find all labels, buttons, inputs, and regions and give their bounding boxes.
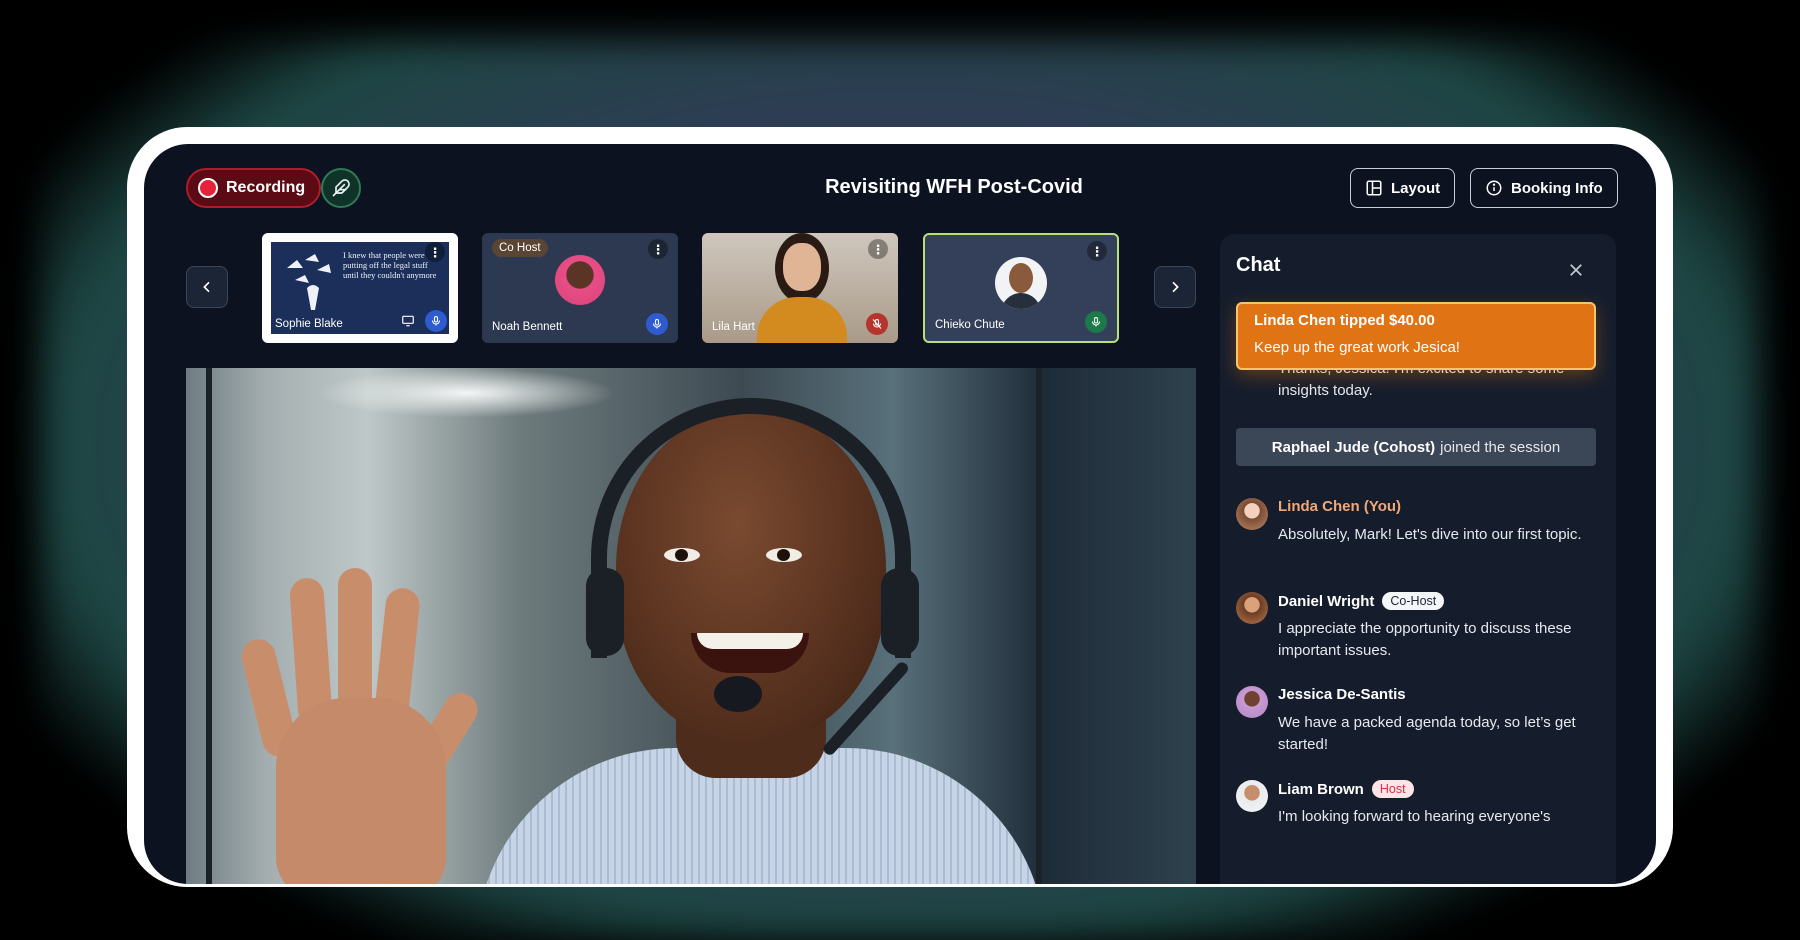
recording-label: Recording [226, 179, 306, 196]
close-chat-button[interactable] [1564, 258, 1588, 282]
whiteboard-button[interactable] [321, 168, 361, 208]
participant-name: Lila Hart [712, 321, 755, 333]
avatar [555, 255, 605, 305]
booking-info-label: Booking Info [1511, 179, 1603, 197]
chat-title: Chat [1236, 254, 1281, 276]
feather-pen-icon [332, 179, 350, 197]
close-icon [1570, 264, 1582, 276]
chat-panel: Chat Linda Chen tipped $40.00 Keep up th… [1220, 234, 1616, 884]
tip-message: Keep up the great work Jesica! [1254, 339, 1460, 356]
meeting-screen: Recording Revisiting WFH Post-Covid Layo… [144, 144, 1656, 884]
layout-icon [1366, 180, 1382, 196]
system-notice-text: joined the session [1440, 438, 1561, 456]
message-text: I'm looking forward to hearing everyone'… [1278, 808, 1551, 825]
session-title: Revisiting WFH Post-Covid [825, 176, 1083, 198]
more-options-icon[interactable]: ⋮ [648, 239, 668, 259]
avatar [1236, 592, 1268, 624]
more-options-icon[interactable]: ⋮ [868, 239, 888, 259]
message-author: Liam Brown [1278, 780, 1364, 798]
participant-name: Sophie Blake [275, 318, 343, 330]
layout-label: Layout [1391, 179, 1441, 197]
chevron-right-icon [1172, 281, 1179, 293]
avatar [995, 257, 1047, 309]
host-badge: Host [1371, 780, 1414, 798]
record-icon [198, 178, 218, 198]
message-author: Jessica De-Santis [1278, 686, 1406, 703]
message-author: Daniel Wright [1278, 592, 1375, 610]
participant-name: Noah Bennett [492, 321, 563, 333]
avatar [1236, 780, 1268, 812]
next-participants-button[interactable] [1154, 266, 1196, 308]
co-host-tag: Co Host [492, 239, 548, 257]
main-video-feed [186, 368, 1196, 884]
screen-share-icon [399, 312, 417, 330]
window-frame [206, 368, 212, 884]
booking-info-button[interactable]: Booking Info [1470, 168, 1618, 208]
headset-earcup [586, 568, 624, 656]
participant-tile-sophie-blake[interactable]: I knew that people were putting off the … [262, 233, 458, 343]
ceiling-light [316, 368, 616, 418]
recording-button[interactable]: Recording [186, 168, 322, 208]
message-text: Absolutely, Mark! Let's dive into our fi… [1278, 526, 1582, 543]
message-text: I appreciate the opportunity to discuss … [1278, 620, 1572, 659]
tip-title: Linda Chen tipped $40.00 [1254, 312, 1435, 329]
participant-name: Chieko Chute [935, 319, 1005, 331]
message-text: We have a packed agenda today, so let’s … [1278, 714, 1576, 753]
participant-video [757, 233, 847, 343]
more-options-icon[interactable]: ⋮ [1087, 241, 1107, 261]
participant-tile-noah-bennett[interactable]: Co Host ⋮ Noah Bennett [482, 233, 678, 343]
chevron-left-icon [203, 281, 210, 293]
participant-tile-chieko-chute[interactable]: ⋮ Chieko Chute [923, 233, 1119, 343]
avatar [1236, 498, 1268, 530]
mic-on-icon[interactable] [1085, 311, 1107, 333]
more-options-icon[interactable]: ⋮ [425, 242, 445, 262]
headset-icon [591, 398, 911, 658]
tip-notification: Linda Chen tipped $40.00 Keep up the gre… [1236, 302, 1596, 370]
layout-button[interactable]: Layout [1350, 168, 1456, 208]
mic-on-icon[interactable] [425, 310, 447, 332]
info-icon [1486, 180, 1502, 196]
birds-illustration [287, 254, 331, 310]
system-join-notice: Raphael Jude (Cohost) joined the session [1236, 428, 1596, 466]
headset-earcup [881, 568, 919, 656]
mic-muted-icon[interactable] [866, 313, 888, 335]
co-host-badge: Co-Host [1382, 592, 1445, 610]
window-frame [1036, 368, 1042, 884]
mic-on-icon[interactable] [646, 313, 668, 335]
participant-tile-lila-hart[interactable]: ⋮ Lila Hart [702, 233, 898, 343]
joined-user-name: Raphael Jude (Cohost) [1271, 438, 1436, 456]
message-author: Linda Chen (You) [1278, 498, 1402, 515]
avatar [1236, 686, 1268, 718]
waving-hand [237, 568, 484, 884]
previous-participants-button[interactable] [186, 266, 228, 308]
headset-microphone [714, 676, 762, 712]
